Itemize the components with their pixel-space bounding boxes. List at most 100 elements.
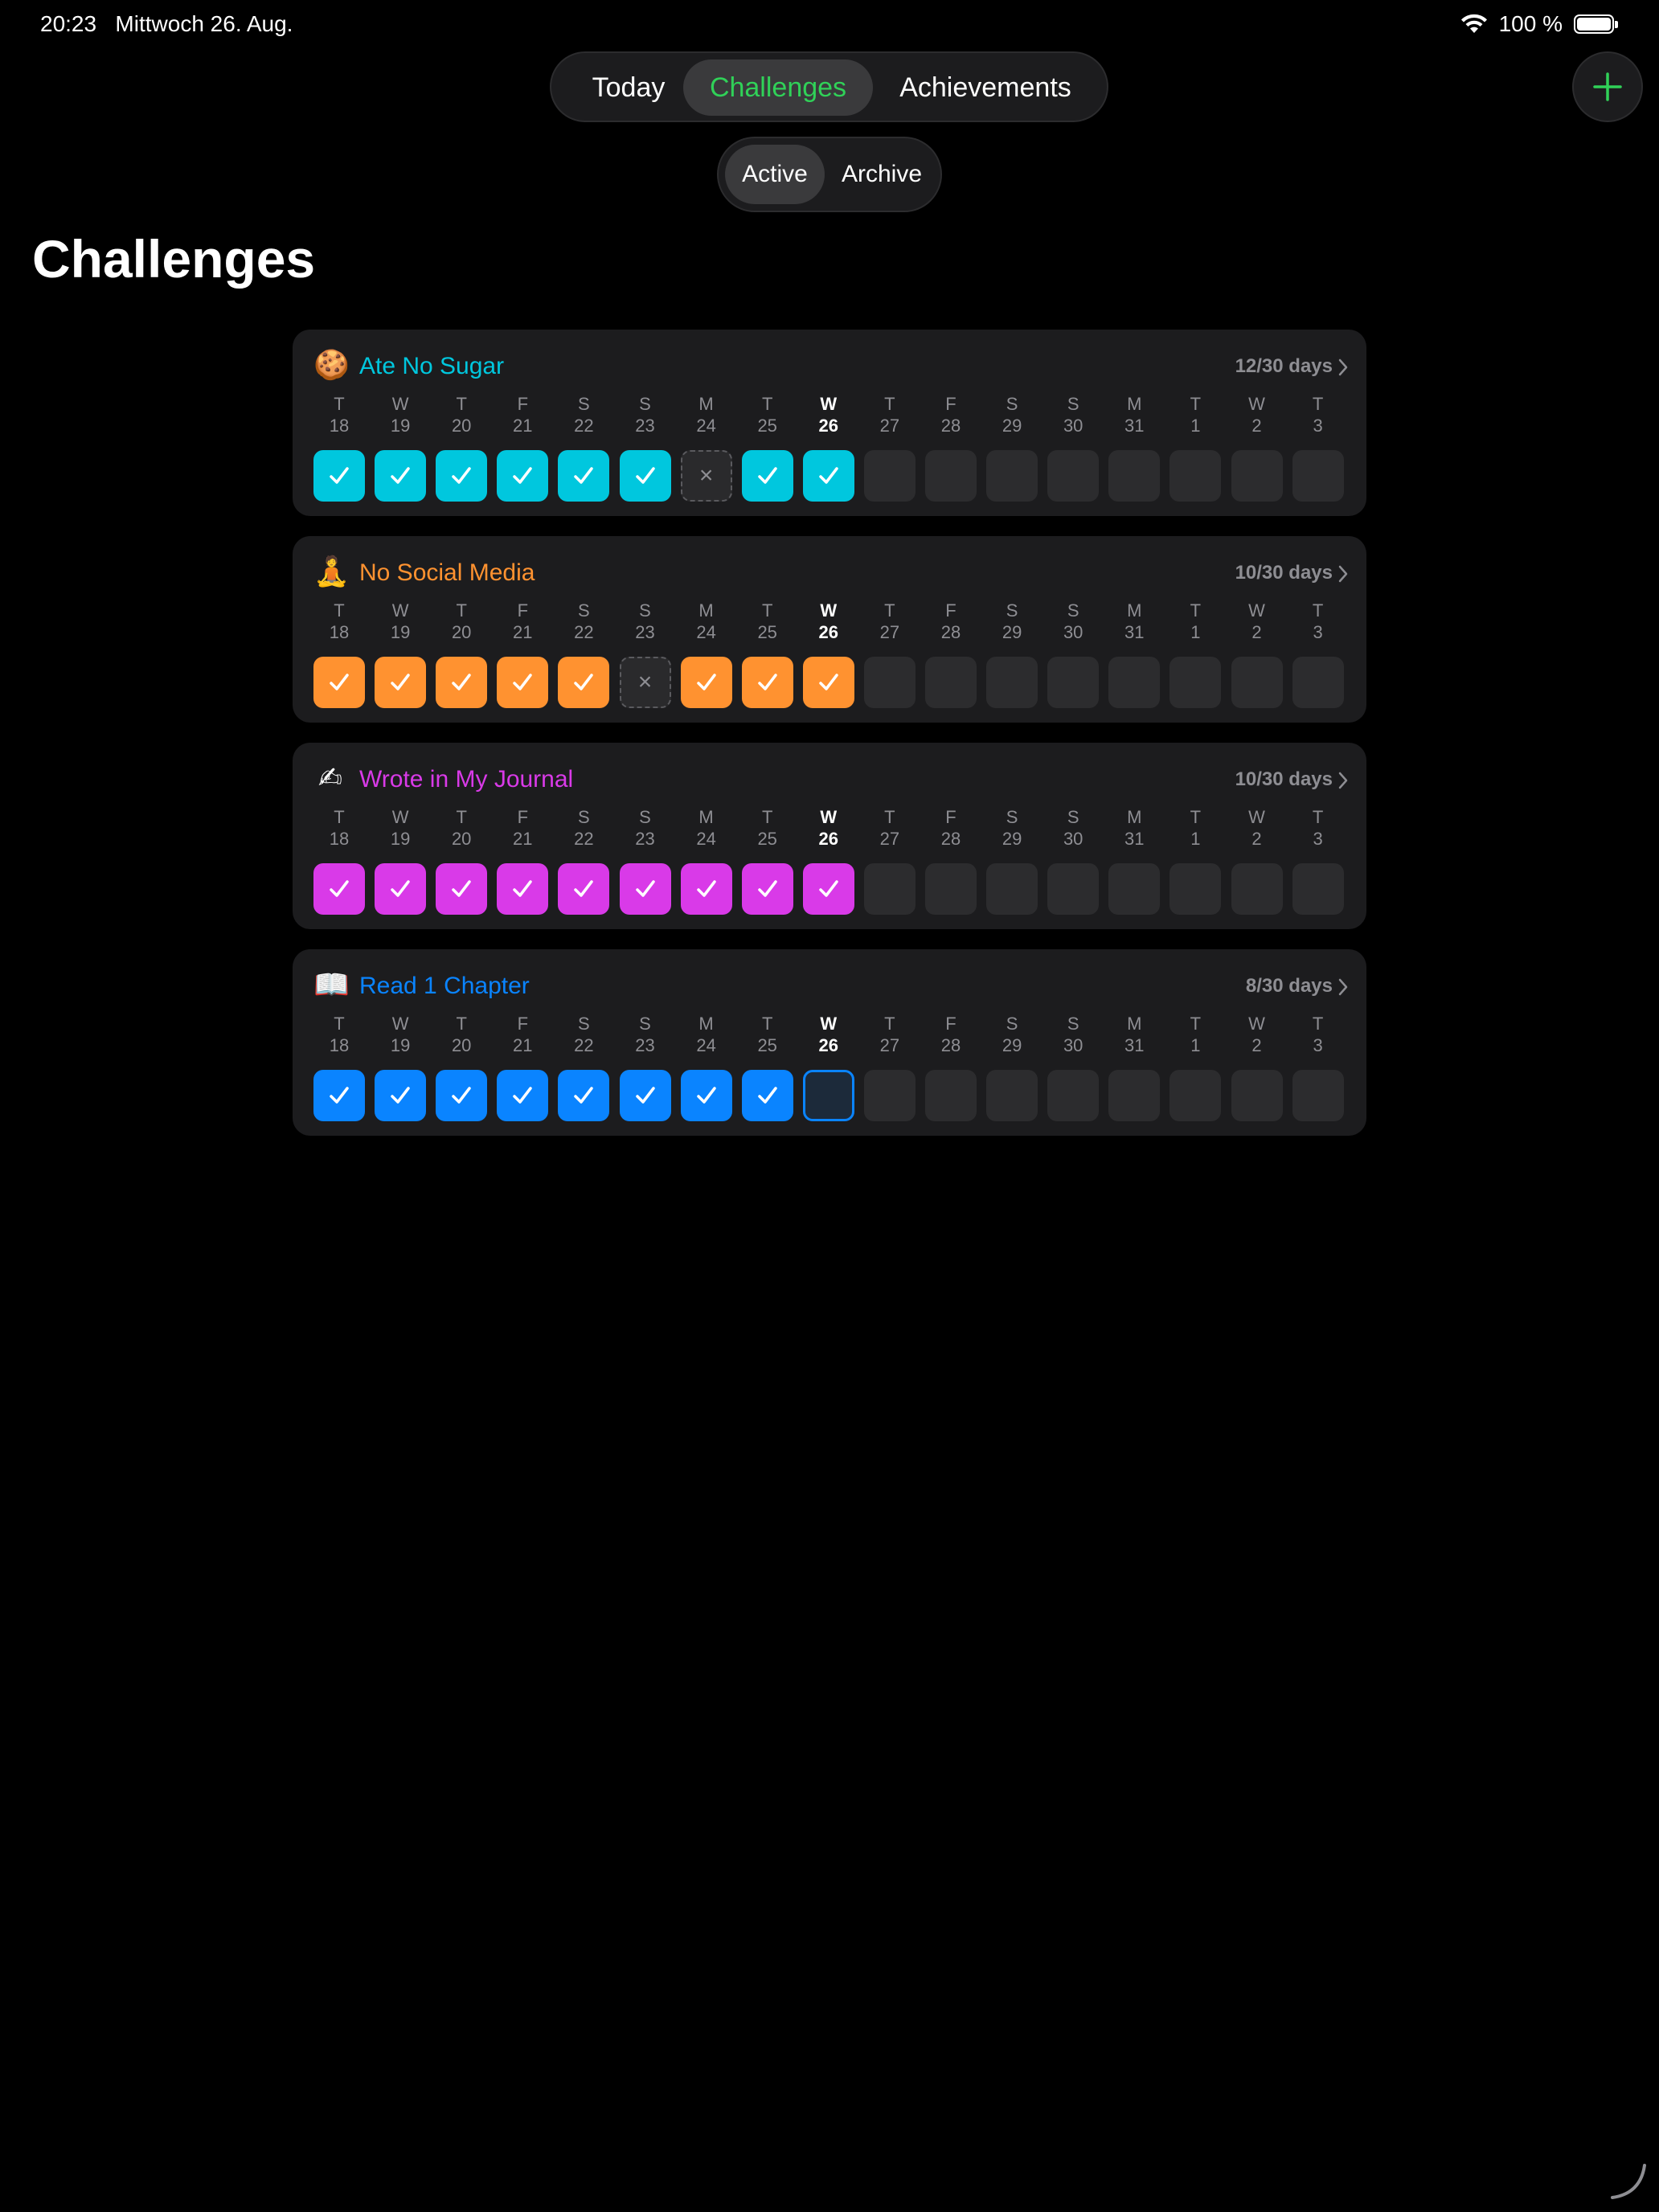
day-cell-done[interactable] xyxy=(436,657,488,708)
day-cell-empty[interactable] xyxy=(1292,450,1344,502)
day-cell-empty[interactable] xyxy=(863,863,916,915)
day-column: S 22 xyxy=(557,394,610,502)
day-cell-empty[interactable] xyxy=(1169,1070,1222,1121)
date-label: 1 xyxy=(1190,1035,1201,1055)
day-cell-empty[interactable] xyxy=(925,863,977,915)
day-cell-done[interactable] xyxy=(497,657,549,708)
day-cell-done[interactable] xyxy=(741,1070,793,1121)
day-cell-done[interactable] xyxy=(375,450,427,502)
tab-achievements[interactable]: Achievements xyxy=(879,59,1092,116)
day-cell-done[interactable] xyxy=(802,450,854,502)
day-cell-done[interactable] xyxy=(436,863,488,915)
day-cell-done[interactable] xyxy=(558,450,610,502)
chevron-right-icon[interactable] xyxy=(1337,978,1349,996)
day-cell-done[interactable] xyxy=(619,450,671,502)
add-challenge-button[interactable] xyxy=(1572,51,1643,122)
day-cell-empty[interactable] xyxy=(1231,1070,1283,1121)
day-cell-done[interactable] xyxy=(497,863,549,915)
day-cell-empty[interactable] xyxy=(863,450,916,502)
challenge-card[interactable]: ✍ Wrote in My Journal 10/30 days T 18 W 19 T 20 F… xyxy=(293,743,1366,929)
day-cell-done[interactable] xyxy=(558,863,610,915)
day-cell-empty[interactable] xyxy=(863,657,916,708)
resize-handle-icon[interactable] xyxy=(1604,2157,1653,2206)
day-cell-empty[interactable] xyxy=(1047,450,1100,502)
day-cell-empty[interactable] xyxy=(1169,863,1222,915)
chevron-right-icon[interactable] xyxy=(1337,565,1349,583)
day-cell-empty[interactable] xyxy=(1231,863,1283,915)
day-cell-empty[interactable] xyxy=(1292,863,1344,915)
day-cell-empty[interactable] xyxy=(925,450,977,502)
challenge-card[interactable]: 🧘 No Social Media 10/30 days T 18 W 19 T 20 F 21 S 2… xyxy=(293,536,1366,723)
filter-archive[interactable]: Archive xyxy=(830,145,934,204)
day-cell-done[interactable] xyxy=(497,1070,549,1121)
day-column: F 21 xyxy=(496,807,549,915)
day-cell-empty[interactable] xyxy=(925,657,977,708)
day-cell-done[interactable] xyxy=(619,1070,671,1121)
chevron-right-icon[interactable] xyxy=(1337,358,1349,376)
date-label: 29 xyxy=(1002,416,1022,436)
day-cell-done[interactable] xyxy=(680,863,732,915)
day-cell-done[interactable] xyxy=(313,450,365,502)
weekday-label: T xyxy=(1190,600,1202,621)
day-cell-empty[interactable] xyxy=(1108,450,1161,502)
date-label: 28 xyxy=(940,416,961,436)
day-cell-empty[interactable] xyxy=(1292,657,1344,708)
day-cell-done[interactable] xyxy=(313,863,365,915)
day-column: F 21 xyxy=(496,394,549,502)
day-cell-done[interactable] xyxy=(741,863,793,915)
day-cell-done[interactable] xyxy=(558,657,610,708)
day-cell-empty[interactable] xyxy=(1292,1070,1344,1121)
day-cell-done[interactable] xyxy=(802,657,854,708)
day-cell-empty[interactable] xyxy=(1108,863,1161,915)
day-cell-empty[interactable] xyxy=(986,657,1038,708)
day-cell-done[interactable] xyxy=(497,450,549,502)
day-cell-empty[interactable] xyxy=(925,1070,977,1121)
day-cell-done[interactable] xyxy=(436,450,488,502)
checkmark-icon xyxy=(635,1087,655,1104)
challenge-card[interactable]: 🍪 Ate No Sugar 12/30 days T 18 W 19 T 20 F 21 S 22 S 2… xyxy=(293,330,1366,516)
day-column: W 26 xyxy=(802,394,855,502)
day-cell-empty[interactable] xyxy=(1047,657,1100,708)
tab-today[interactable]: Today xyxy=(567,59,690,116)
chevron-right-icon[interactable] xyxy=(1337,772,1349,789)
date-label: 19 xyxy=(390,416,411,436)
day-cell-empty[interactable] xyxy=(986,1070,1038,1121)
day-cell-done[interactable] xyxy=(558,1070,610,1121)
day-cell-empty[interactable] xyxy=(986,863,1038,915)
day-cell-empty[interactable] xyxy=(1047,1070,1100,1121)
day-cell-done[interactable] xyxy=(802,863,854,915)
day-cell-missed[interactable]: × xyxy=(680,450,732,502)
day-column: W 19 xyxy=(374,1014,427,1121)
day-cell-empty[interactable] xyxy=(1047,863,1100,915)
day-cell-empty[interactable] xyxy=(1169,450,1222,502)
day-cell-missed[interactable]: × xyxy=(619,657,671,708)
day-cell-empty[interactable] xyxy=(1108,1070,1161,1121)
date-label: 1 xyxy=(1190,829,1201,849)
day-cell-done[interactable] xyxy=(313,657,365,708)
day-cell-empty[interactable] xyxy=(863,1070,916,1121)
day-cell-done[interactable] xyxy=(741,450,793,502)
day-cell-empty[interactable] xyxy=(1231,450,1283,502)
weekday-label: F xyxy=(945,807,956,827)
day-cell-done[interactable] xyxy=(436,1070,488,1121)
day-cell-done[interactable] xyxy=(313,1070,365,1121)
day-cell-done[interactable] xyxy=(375,1070,427,1121)
day-column: T 18 xyxy=(313,394,366,502)
day-cell-empty[interactable] xyxy=(986,450,1038,502)
weekday-label: T xyxy=(1312,600,1324,621)
day-cell-empty[interactable] xyxy=(1231,657,1283,708)
day-cell-done[interactable] xyxy=(741,657,793,708)
day-cell-done[interactable] xyxy=(680,657,732,708)
tab-challenges[interactable]: Challenges xyxy=(683,59,873,116)
day-cell-today[interactable] xyxy=(802,1070,854,1121)
day-cell-empty[interactable] xyxy=(1108,657,1161,708)
filter-active[interactable]: Active xyxy=(725,145,825,204)
day-cell-done[interactable] xyxy=(680,1070,732,1121)
date-label: 26 xyxy=(818,416,839,436)
day-cell-empty[interactable] xyxy=(1169,657,1222,708)
day-cell-done[interactable] xyxy=(619,863,671,915)
challenge-card[interactable]: 📖 Read 1 Chapter 8/30 days T 18 W 19 T 20 F 21 S 22 S… xyxy=(293,949,1366,1136)
weekday-label: T xyxy=(1312,1014,1324,1034)
day-cell-done[interactable] xyxy=(375,863,427,915)
day-cell-done[interactable] xyxy=(375,657,427,708)
